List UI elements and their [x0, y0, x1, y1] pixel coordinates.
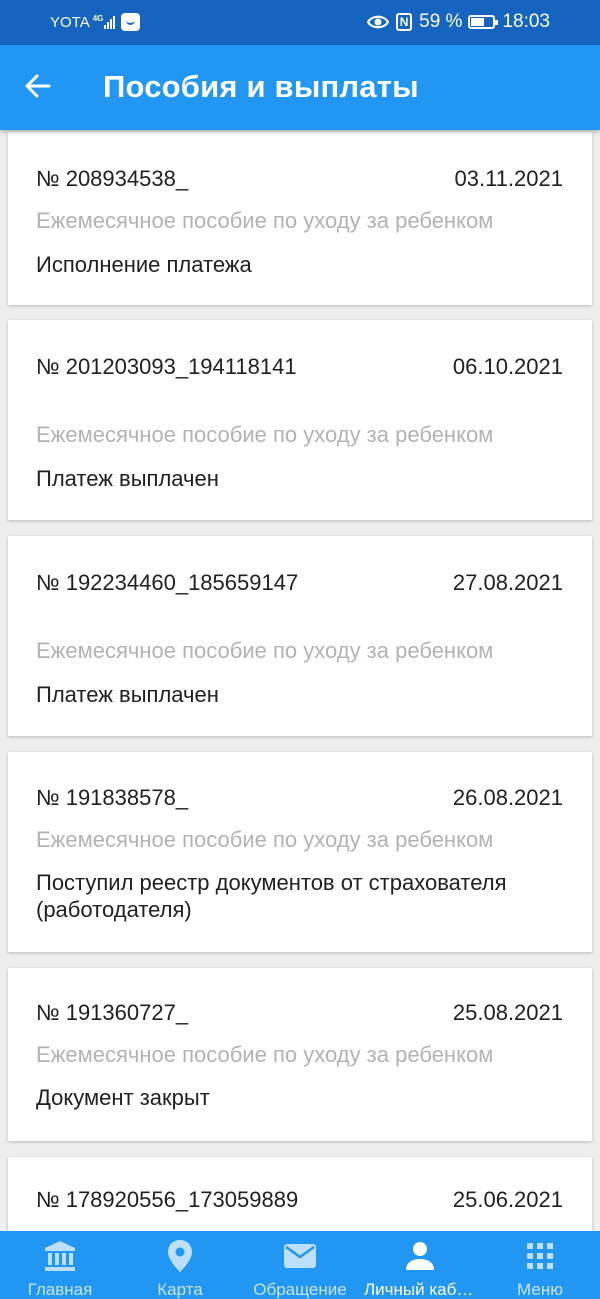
payment-type: Ежемесячное пособие по уходу за ребенком [36, 827, 494, 852]
payment-number: № 178920556_173059889 [36, 1187, 299, 1212]
payment-status: Платеж выплачен [36, 682, 219, 707]
nav-label: Личный кабинет [364, 1280, 480, 1299]
payment-type: Ежемесячное пособие по уходу за ребенком [36, 1042, 494, 1067]
payment-number: № 201203093_194118141 [36, 354, 297, 379]
payment-date: 25.08.2021 [452, 1000, 563, 1025]
bank-icon [45, 1241, 75, 1271]
signal-icon [104, 15, 116, 29]
grid-menu-icon [527, 1243, 553, 1269]
status-bar-left: YOTA 4G [50, 13, 141, 31]
payment-card[interactable]: № 208934538_ 03.11.2021 Ежемесячное посо… [8, 132, 592, 305]
payment-status: Исполнение платежа [36, 252, 252, 277]
nav-label: Главная [27, 1280, 93, 1299]
payment-card[interactable]: № 178920556_173059889 25.06.2021 [8, 1157, 592, 1231]
nav-item-account[interactable]: Личный кабинет [360, 1231, 480, 1299]
payment-date: 27.08.2021 [452, 570, 563, 595]
payment-date: 03.11.2021 [454, 166, 563, 191]
nav-label: Меню [517, 1280, 563, 1299]
payment-date: 06.10.2021 [452, 354, 563, 379]
payment-number: № 208934538_ [36, 166, 189, 191]
payment-status: Платеж выплачен [36, 466, 219, 491]
nfc-icon: N [396, 13, 413, 31]
payment-type: Ежемесячное пособие по уходу за ребенком [36, 208, 494, 233]
clock: 18:03 [502, 11, 550, 32]
app-notification-icon [121, 13, 141, 31]
bottom-navigation: Главная Карта Обращение Личный кабинет М… [0, 1231, 600, 1299]
payment-status: Поступил реестр документов от страховате… [36, 870, 507, 922]
battery-percent: 59 % [419, 11, 463, 32]
location-pin-icon [168, 1240, 192, 1272]
eye-icon [367, 14, 390, 30]
payment-date: 25.06.2021 [452, 1187, 563, 1212]
network-type-label: 4G [92, 13, 104, 23]
person-icon [406, 1242, 434, 1270]
nav-item-home[interactable]: Главная [0, 1231, 120, 1299]
payment-number: № 192234460_185659147 [36, 570, 299, 595]
payment-number: № 191838578_ [36, 785, 189, 810]
payments-list[interactable]: № 208934538_ 03.11.2021 Ежемесячное посо… [0, 130, 600, 1231]
page-title: Пособия и выплаты [103, 69, 419, 104]
payment-number: № 191360727_ [36, 1000, 189, 1025]
status-bar: YOTA 4G N 59 % 18:03 [0, 0, 600, 45]
battery-icon [468, 15, 499, 29]
nav-item-appeal[interactable]: Обращение [240, 1231, 360, 1299]
payment-date: 26.08.2021 [452, 785, 563, 810]
nav-item-menu[interactable]: Меню [480, 1231, 600, 1299]
payment-type: Ежемесячное пособие по уходу за ребенком [36, 422, 494, 447]
nav-label: Карта [157, 1280, 203, 1299]
payment-card[interactable]: № 192234460_185659147 27.08.2021 Ежемеся… [8, 536, 592, 736]
payment-card[interactable]: № 191360727_ 25.08.2021 Ежемесячное посо… [8, 968, 592, 1141]
arrow-back-icon[interactable] [24, 72, 52, 100]
payment-type: Ежемесячное пособие по уходу за ребенком [36, 638, 494, 663]
nav-item-map[interactable]: Карта [120, 1231, 240, 1299]
payment-card[interactable]: № 191838578_ 26.08.2021 Ежемесячное посо… [8, 752, 592, 952]
payment-status: Документ закрыт [36, 1085, 210, 1110]
carrier-label: YOTA [50, 13, 90, 31]
nav-label: Обращение [253, 1280, 347, 1299]
status-bar-right: N 59 % 18:03 [367, 11, 550, 33]
app-bar: Пособия и выплаты [0, 45, 600, 130]
payment-card[interactable]: № 201203093_194118141 06.10.2021 Ежемеся… [8, 320, 592, 520]
mail-icon [284, 1244, 316, 1268]
